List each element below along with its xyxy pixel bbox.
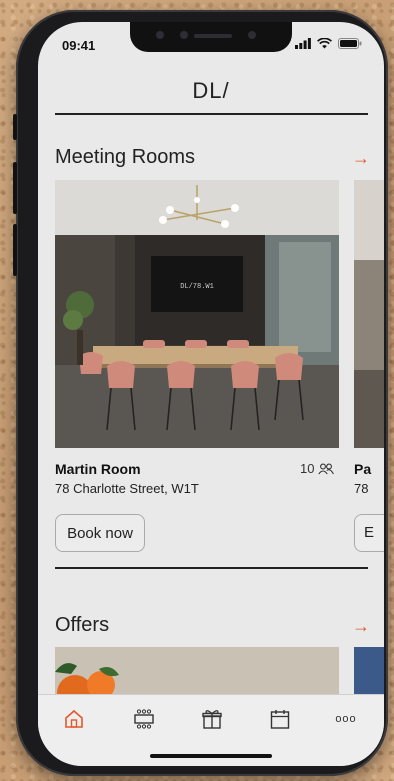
app-logo: DL/ (192, 78, 230, 103)
tab-home[interactable] (60, 705, 88, 733)
tab-offers[interactable] (198, 705, 226, 733)
home-indicator (150, 754, 272, 758)
capacity-value: 10 (300, 461, 315, 476)
camera-dot (156, 31, 164, 39)
volume-down-button (13, 224, 17, 276)
volume-up-button (13, 162, 17, 214)
tab-meeting-rooms[interactable] (130, 705, 158, 733)
room-name: Martin Room (55, 461, 141, 477)
next-room-book-button[interactable]: E (354, 514, 384, 552)
book-now-button[interactable]: Book now (55, 514, 145, 552)
section-divider (55, 567, 368, 569)
status-time: 09:41 (62, 38, 96, 53)
calendar-icon (270, 710, 290, 729)
tab-bookings[interactable] (266, 705, 294, 733)
notch (130, 22, 292, 52)
meeting-rooms-arrow-icon[interactable]: → (352, 148, 370, 169)
offers-title: Offers (55, 614, 110, 636)
sensor-dot (180, 31, 188, 39)
signal-icon (295, 38, 311, 49)
mute-switch (13, 114, 17, 140)
room-capacity: 10 (300, 461, 335, 476)
meeting-table-icon (134, 709, 154, 729)
next-room-image (354, 180, 384, 448)
meeting-room-image: DL/78.W1 (55, 180, 339, 448)
offers-arrow-icon[interactable]: → (352, 616, 370, 637)
app-screen: 09:41 DL/ Meeting Rooms → DL/78.W1 Marti… (38, 22, 384, 766)
wifi-icon (317, 38, 332, 49)
battery-icon (338, 38, 362, 49)
sensor-dot (248, 31, 256, 39)
room-photo[interactable]: DL/78.W1 (55, 180, 339, 448)
tv-screen-text: DL/78.W1 (180, 283, 214, 291)
next-room-name: Pa (354, 461, 372, 477)
people-icon (318, 463, 335, 474)
meeting-rooms-title: Meeting Rooms (55, 146, 196, 168)
next-room-photo[interactable] (354, 180, 384, 448)
more-icon[interactable]: ooo (332, 705, 360, 733)
next-room-address: 78 (354, 481, 369, 496)
status-icons (295, 38, 362, 49)
speaker-grille (194, 34, 232, 38)
gift-icon (202, 710, 222, 729)
header-divider (55, 113, 368, 115)
room-address: 78 Charlotte Street, W1T (55, 481, 199, 496)
home-icon (65, 709, 83, 728)
